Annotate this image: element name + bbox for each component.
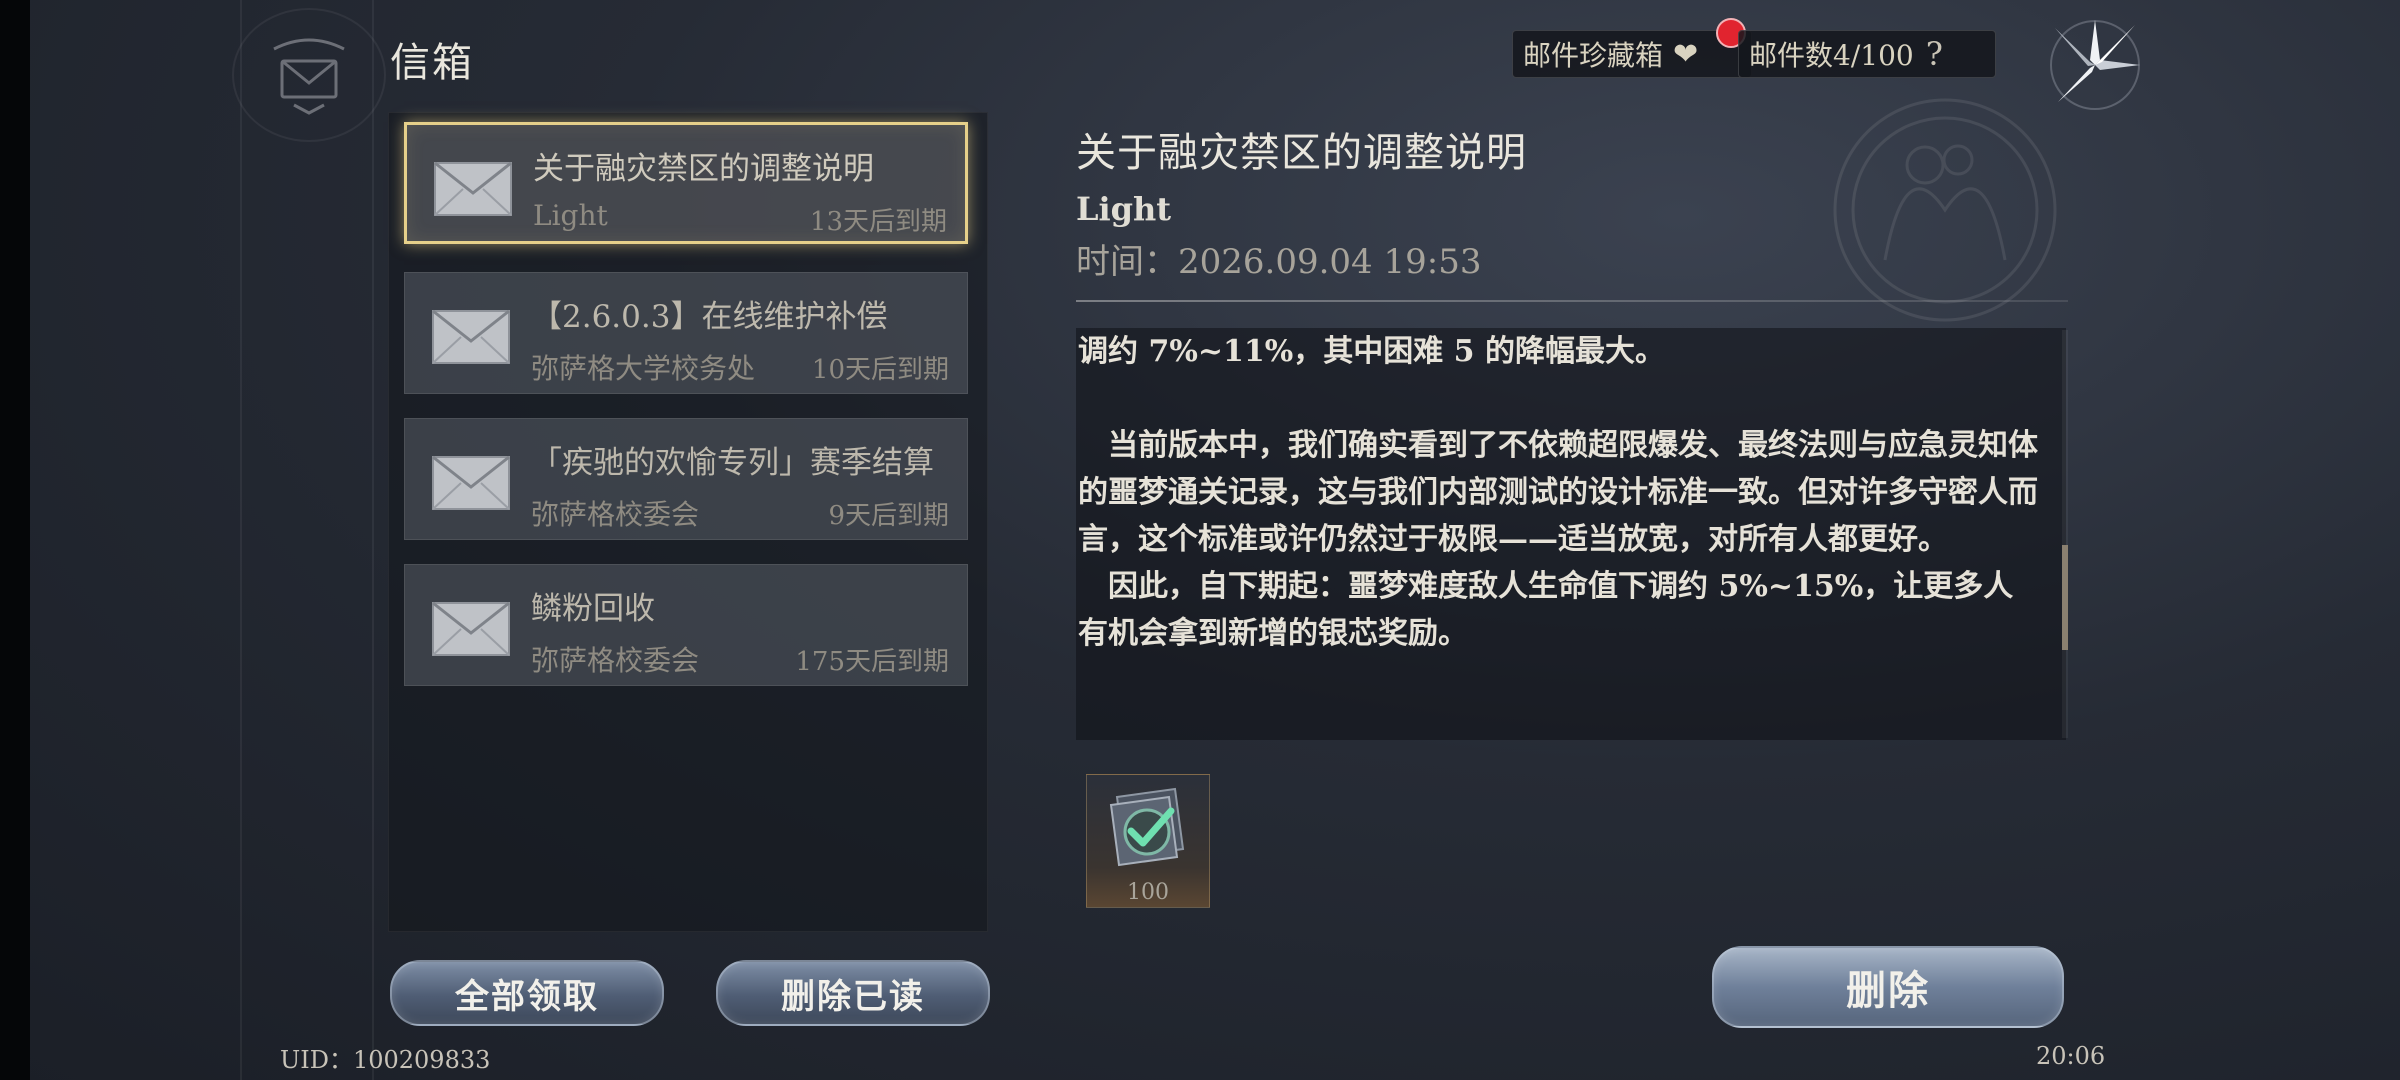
clock-label: 20:06 (2036, 1042, 2106, 1070)
envelope-icon (434, 161, 512, 216)
page-title: 信箱 (390, 40, 474, 86)
mail-count-label: 邮件数4/100 (1749, 39, 1914, 72)
claim-all-button[interactable]: 全部领取 (390, 960, 664, 1026)
envelope-icon (432, 601, 510, 656)
help-icon[interactable]: ? (1926, 35, 1943, 73)
mail-subject: 「疾驰的欢愉专列」赛季结算 (531, 445, 934, 481)
checkmark-token-icon (1109, 787, 1185, 867)
background-line (240, 0, 242, 1080)
mail-sender: 弥萨格校委会 (531, 498, 700, 531)
reward-quantity: 100 (1127, 880, 1169, 905)
mail-subject: 关于融灾禁区的调整说明 (533, 151, 874, 187)
mail-expire: 9天后到期 (828, 501, 949, 531)
delete-read-button[interactable]: 删除已读 (716, 960, 990, 1026)
mail-expire: 10天后到期 (811, 355, 949, 385)
reward-item[interactable]: 100 (1086, 774, 1210, 908)
mailbox-crest-icon (232, 8, 386, 142)
mail-item[interactable]: 「疾驰的欢愉专列」赛季结算 弥萨格校委会 9天后到期 (404, 418, 968, 540)
delete-button[interactable]: 删除 (1712, 946, 2064, 1028)
favorites-box-label: 邮件珍藏箱 (1523, 39, 1664, 72)
mail-sender: 弥萨格大学校务处 (531, 352, 756, 385)
screen-edge (0, 0, 30, 1080)
envelope-icon (432, 309, 510, 364)
mail-sender: 弥萨格校委会 (531, 644, 700, 677)
mail-detail-title: 关于融灾禁区的调整说明 (1076, 130, 1527, 176)
mail-body-text: 调约 7%~11%，其中困难 5 的降幅最大。 当前版本中，我们确实看到了不依赖… (1076, 328, 2066, 657)
mail-detail-sender: Light (1076, 190, 1172, 228)
body-paragraph: 当前版本中，我们确实看到了不依赖超限爆发、最终法则与应急灵知体的噩梦通关记录，这… (1078, 428, 2038, 557)
mail-subject: 鳞粉回收 (531, 591, 655, 627)
mail-sender: Light (533, 199, 608, 232)
heart-icon: ❤ (1673, 36, 1699, 72)
mail-subject: 【2.6.0.3】在线维护补偿 (531, 299, 888, 335)
scrollbar-track[interactable] (2062, 330, 2068, 738)
detail-divider (1076, 300, 2068, 302)
mail-item[interactable]: 【2.6.0.3】在线维护补偿 弥萨格大学校务处 10天后到期 (404, 272, 968, 394)
body-paragraph: 调约 7%~11%，其中困难 5 的降幅最大。 (1078, 334, 1665, 369)
mail-expire: 175天后到期 (795, 647, 949, 677)
mail-item[interactable]: 鳞粉回收 弥萨格校委会 175天后到期 (404, 564, 968, 686)
mail-body-scroll-area[interactable]: 调约 7%~11%，其中困难 5 的降幅最大。 当前版本中，我们确实看到了不依赖… (1076, 328, 2066, 740)
user-id-label: UID：100209833 (280, 1046, 491, 1074)
mail-detail-time: 时间：2026.09.04 19:53 (1076, 242, 1482, 282)
mail-item[interactable]: 关于融灾禁区的调整说明 Light 13天后到期 (404, 122, 968, 244)
scrollbar-thumb[interactable] (2062, 545, 2068, 650)
mail-count-display: 邮件数4/100 ? (1738, 30, 1996, 78)
body-paragraph: 因此，自下期起：噩梦难度敌人生命值下调约 5%~15%，让更多人有机会拿到新增的… (1078, 569, 2014, 651)
close-compass-icon[interactable] (2040, 10, 2150, 120)
background-line (372, 0, 374, 1080)
mail-expire: 13天后到期 (809, 207, 947, 237)
body-paragraph (1078, 375, 2038, 422)
envelope-icon (432, 455, 510, 510)
